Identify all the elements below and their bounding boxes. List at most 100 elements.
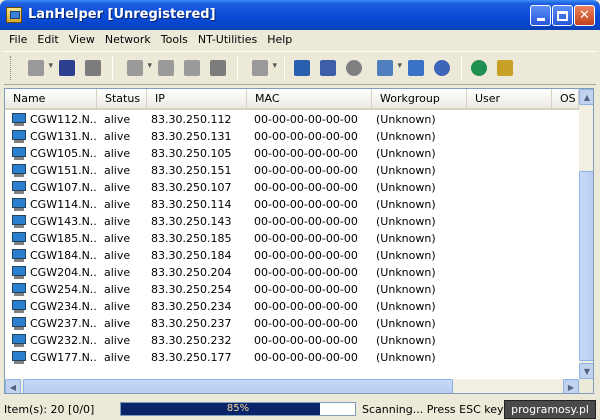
save-button[interactable] [55, 56, 79, 80]
cell-status: alive [104, 198, 131, 211]
menu-network[interactable]: Network [100, 33, 156, 46]
vertical-scrollbar[interactable]: ▲ ▼ [579, 89, 593, 379]
send-button[interactable] [206, 56, 230, 80]
table-row[interactable]: CGW234.N... alive 83.30.250.234 00-00-00-00… [5, 298, 579, 315]
table-row[interactable]: CGW112.N... alive 83.30.250.112 00-00-00-00… [5, 111, 579, 128]
cell-ip: 83.30.250.184 [151, 249, 232, 262]
close-button[interactable]: ✕ [574, 5, 595, 26]
computer-name: CGW105.N... [30, 147, 97, 160]
cell-workgroup: (Unknown) [376, 113, 436, 126]
refresh-button[interactable] [467, 56, 491, 80]
toolbar-grip[interactable] [10, 56, 13, 80]
scan-network-icon [127, 60, 143, 76]
menu-view[interactable]: View [64, 33, 100, 46]
export-button[interactable] [81, 56, 105, 80]
cell-name: CGW107.N... [5, 181, 97, 194]
table-row[interactable]: CGW204.N... alive 83.30.250.204 00-00-00-00… [5, 264, 579, 281]
item-count: Item(s): 20 [0/0] [4, 402, 95, 416]
computer-icon [11, 266, 27, 279]
cell-mac: 00-00-00-00-00-00 [254, 266, 358, 279]
shutdown-button[interactable] [342, 56, 366, 80]
progress-percent: 85% [226, 403, 250, 414]
computer-name: CGW184.N... [30, 249, 97, 262]
table-row[interactable]: CGW105.N... alive 83.30.250.105 00-00-00-00… [5, 145, 579, 162]
column-header-ip[interactable]: IP [147, 89, 247, 110]
horizontal-scroll-thumb[interactable] [23, 379, 453, 393]
vertical-scroll-thumb[interactable] [579, 171, 593, 361]
computer-icon [11, 317, 27, 330]
cell-mac: 00-00-00-00-00-00 [254, 351, 358, 364]
scan-network-button[interactable] [118, 56, 152, 80]
menu-help[interactable]: Help [262, 33, 297, 46]
menu-tools[interactable]: Tools [156, 33, 193, 46]
table-row[interactable]: CGW232.N... alive 83.30.250.232 00-00-00-00… [5, 332, 579, 349]
computer-icon [11, 198, 27, 211]
table-row[interactable]: CGW107.N... alive 83.30.250.107 00-00-00-00… [5, 179, 579, 196]
table-row[interactable]: CGW114.N... alive 83.30.250.114 00-00-00-00… [5, 196, 579, 213]
cell-ip: 83.30.250.204 [151, 266, 232, 279]
add-computer-button[interactable] [154, 56, 178, 80]
cell-mac: 00-00-00-00-00-00 [254, 249, 358, 262]
cell-status: alive [104, 147, 131, 160]
wake-lightning-icon [294, 60, 310, 76]
table-row[interactable]: CGW143.N... alive 83.30.250.143 00-00-00-00… [5, 213, 579, 230]
table-row[interactable]: CGW151.N... alive 83.30.250.151 00-00-00-00… [5, 162, 579, 179]
computer-icon [11, 164, 27, 177]
scroll-right-button[interactable]: ▶ [563, 379, 579, 393]
toolbar-separator [284, 56, 285, 80]
column-header-mac[interactable]: MAC [247, 89, 372, 110]
register-button[interactable] [493, 56, 517, 80]
settings-button[interactable] [430, 56, 454, 80]
run-program-icon [377, 60, 393, 76]
cell-status: alive [104, 113, 131, 126]
cell-name: CGW114.N... [5, 198, 97, 211]
cell-mac: 00-00-00-00-00-00 [254, 232, 358, 245]
column-header-name[interactable]: Name [5, 89, 97, 110]
table-row[interactable]: CGW177.N... alive 83.30.250.177 00-00-00-00… [5, 349, 579, 366]
toolbar [4, 51, 596, 85]
scroll-down-button[interactable]: ▼ [579, 363, 593, 379]
column-header-workgroup[interactable]: Workgroup [372, 89, 467, 110]
table-row[interactable]: CGW184.N... alive 83.30.250.184 00-00-00-00… [5, 247, 579, 264]
cell-ip: 83.30.250.254 [151, 283, 232, 296]
properties-button[interactable] [243, 56, 277, 80]
minimize-button[interactable] [530, 5, 551, 26]
column-header-os[interactable]: OS [552, 89, 579, 110]
table-row[interactable]: CGW131.N... alive 83.30.250.131 00-00-00-00… [5, 128, 579, 145]
wake-button[interactable] [290, 56, 314, 80]
message-button[interactable] [404, 56, 428, 80]
toolbar-separator [461, 56, 462, 80]
run-program-button[interactable] [368, 56, 402, 80]
cell-mac: 00-00-00-00-00-00 [254, 300, 358, 313]
cell-ip: 83.30.250.177 [151, 351, 232, 364]
table-row[interactable]: CGW185.N... alive 83.30.250.185 00-00-00-00… [5, 230, 579, 247]
cell-status: alive [104, 317, 131, 330]
table-row[interactable]: CGW237.N... alive 83.30.250.237 00-00-00-00… [5, 315, 579, 332]
toolbar-separator [237, 56, 238, 80]
column-header-user[interactable]: User [467, 89, 552, 110]
scroll-up-button[interactable]: ▲ [579, 89, 593, 105]
upload-button[interactable] [180, 56, 204, 80]
maximize-icon [557, 10, 568, 21]
scroll-left-button[interactable]: ◀ [5, 379, 21, 393]
open-button[interactable] [19, 56, 53, 80]
title-bar: LanHelper [Unregistered] ✕ [0, 0, 600, 30]
cell-workgroup: (Unknown) [376, 266, 436, 279]
shutdown-icon [346, 60, 362, 76]
column-header-status[interactable]: Status [97, 89, 147, 110]
computer-name: CGW151.N... [30, 164, 97, 177]
cell-workgroup: (Unknown) [376, 334, 436, 347]
menu-nt-utilities[interactable]: NT-Utilities [193, 33, 262, 46]
disk-button[interactable] [316, 56, 340, 80]
table-row[interactable]: CGW254.N... alive 83.30.250.254 00-00-00-00… [5, 281, 579, 298]
cell-mac: 00-00-00-00-00-00 [254, 317, 358, 330]
computer-list[interactable]: Name Status IP MAC Workgroup User OS CGW… [4, 88, 594, 394]
add-computer-icon [158, 60, 174, 76]
computer-name: CGW185.N... [30, 232, 97, 245]
menu-file[interactable]: File [4, 33, 32, 46]
maximize-button[interactable] [552, 5, 573, 26]
horizontal-scrollbar[interactable]: ◀ ▶ [5, 379, 579, 393]
settings-gears-icon [434, 60, 450, 76]
menu-edit[interactable]: Edit [32, 33, 63, 46]
cell-ip: 83.30.250.114 [151, 198, 232, 211]
